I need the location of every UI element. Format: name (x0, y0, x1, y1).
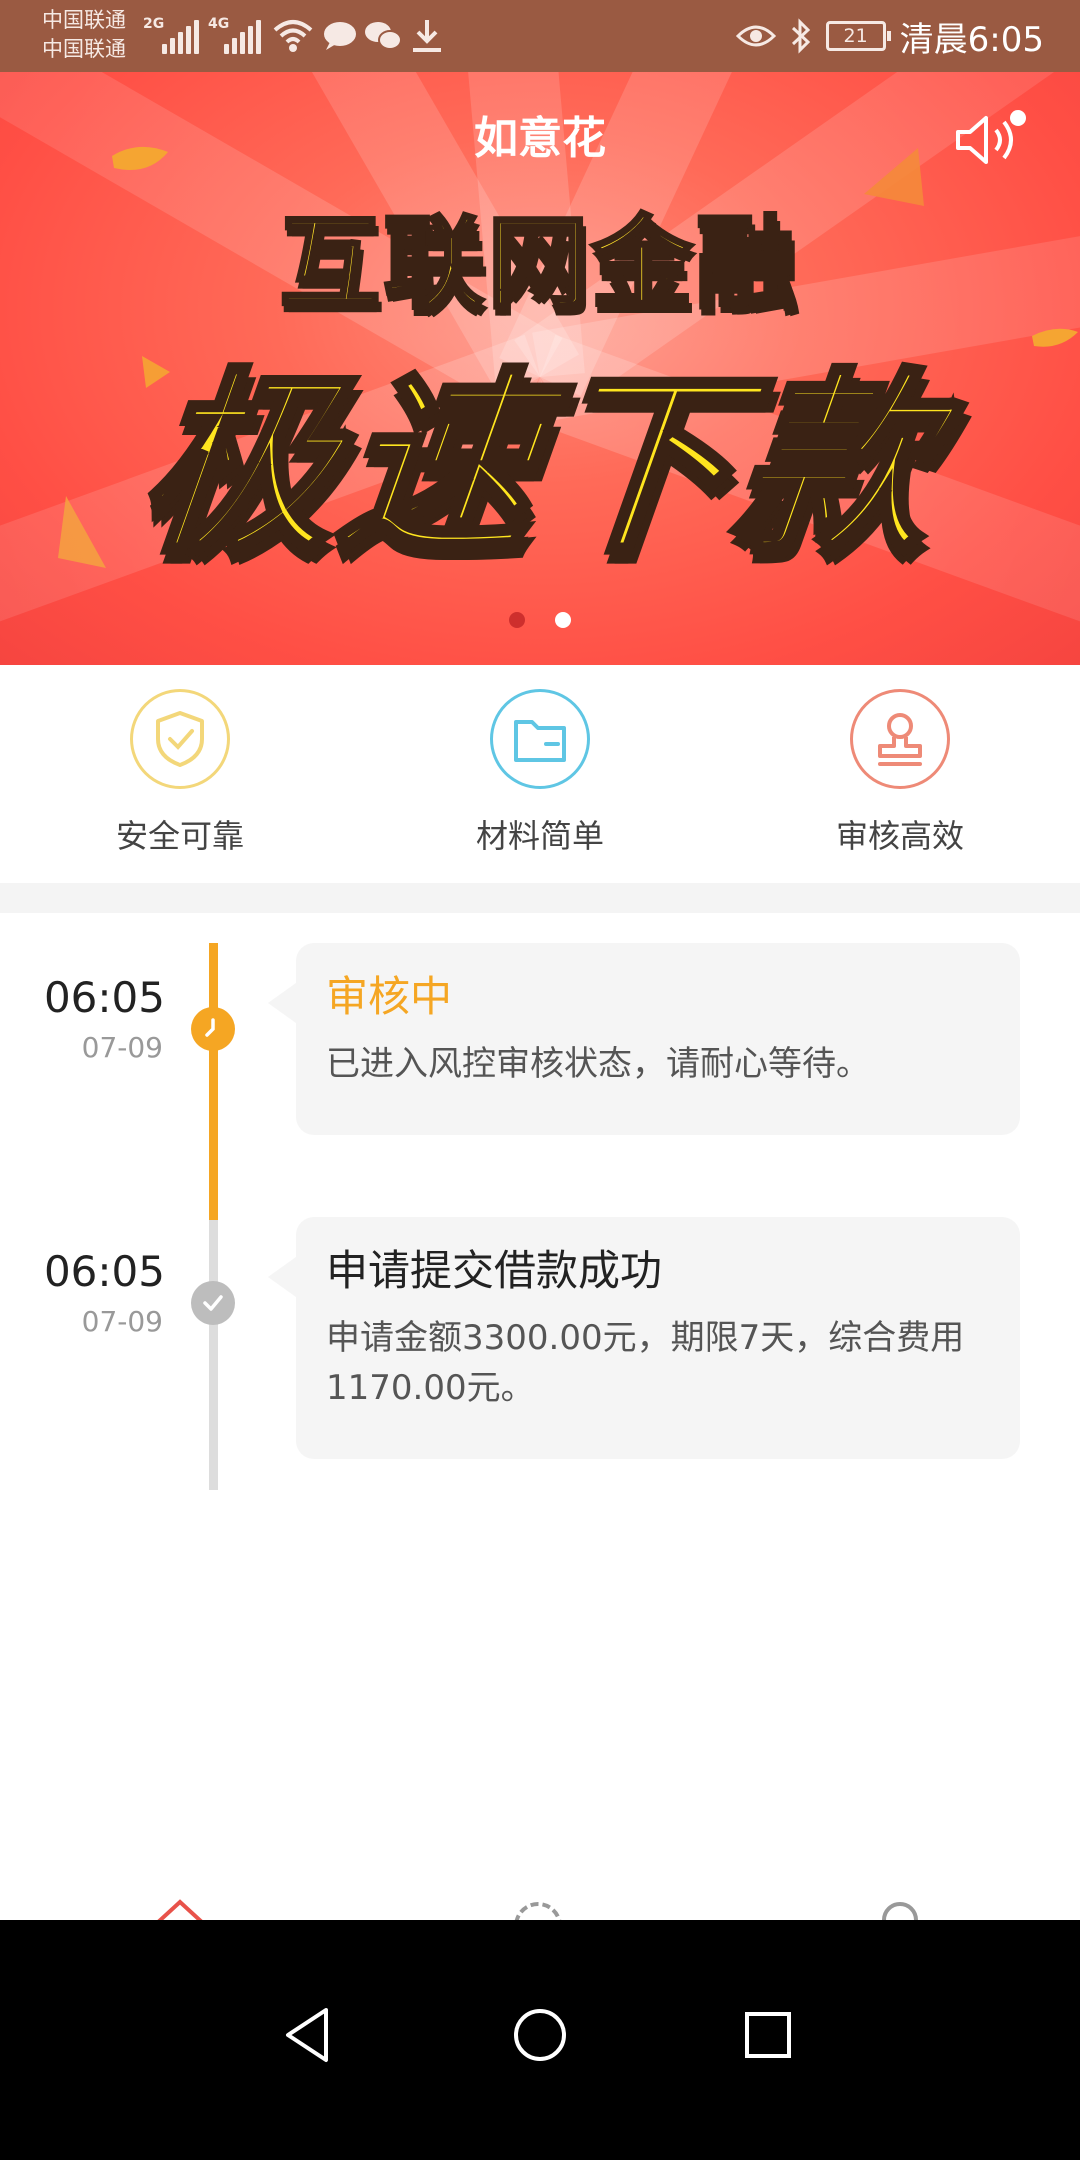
banner-headline-2: 极速下款 (127, 349, 949, 583)
section-divider (0, 883, 1080, 913)
recents-icon[interactable] (733, 2000, 803, 2070)
home-icon[interactable] (152, 1898, 208, 1920)
timeline-line-active (209, 943, 218, 1220)
back-icon[interactable] (274, 2000, 344, 2070)
download-icon (413, 20, 441, 52)
timeline-time: 06:05 (43, 1247, 165, 1296)
folder-icon (490, 689, 590, 789)
check-icon (191, 1281, 235, 1325)
signal-icon (162, 18, 200, 54)
bottom-tab-bar (0, 1880, 1080, 1920)
shield-check-icon (130, 689, 230, 789)
timeline-time: 06:05 (43, 973, 165, 1022)
card-description: 已进入风控审核状态，请耐心等待。 (326, 1044, 870, 1084)
feature-label: 材料简单 (475, 817, 604, 855)
app-title: 如意花 (474, 113, 606, 164)
timeline-card: 审核中 已进入风控审核状态，请耐心等待。 (268, 943, 1020, 1135)
clock-icon (191, 1007, 235, 1051)
feature-label: 安全可靠 (115, 817, 244, 855)
card-title: 审核中 (326, 972, 453, 1021)
timeline-date: 07-09 (81, 1305, 163, 1338)
loan-status-timeline: 06:05 07-09 审核中 已进入风控审核状态，请耐心等待。 06:05 0… (0, 913, 1080, 1513)
carousel-dot[interactable] (555, 612, 571, 628)
card-title: 申请提交借款成功 (326, 1246, 663, 1295)
carousel-indicator (0, 612, 1080, 628)
wifi-icon (273, 20, 313, 52)
eye-icon (735, 25, 776, 47)
bluetooth-icon (791, 18, 810, 54)
banner-headline-1: 互联网金融 (278, 203, 800, 324)
timeline-card: 申请提交借款成功 申请金额3300.00元，期限7天，综合费用1170.00元。 (268, 1217, 1020, 1459)
carrier-1: 中国联通 (42, 8, 126, 32)
sound-button[interactable] (952, 110, 1026, 170)
feature-simple: 材料简单 (360, 665, 720, 883)
feature-efficient: 审核高效 (720, 665, 1080, 883)
feature-row: 安全可靠 材料简单 审核高效 (0, 665, 1080, 883)
timeline-line (209, 1220, 218, 1490)
status-bar: 中国联通 中国联通 2G 4G 21 清晨6:05 (0, 0, 1080, 72)
carrier-labels: 中国联通 中国联通 (42, 6, 126, 64)
feature-label: 审核高效 (835, 817, 964, 855)
user-icon[interactable] (872, 1898, 928, 1920)
settings-icon[interactable] (510, 1898, 566, 1920)
signal-icon (224, 18, 262, 54)
status-time: 清晨6:05 (899, 19, 1044, 60)
battery-icon: 21 (825, 21, 891, 51)
carousel-dot-active[interactable] (509, 612, 525, 628)
notification-dot (1010, 110, 1026, 126)
carrier-2: 中国联通 (42, 37, 126, 61)
wechat-icon (365, 22, 402, 50)
screen: 中国联通 中国联通 2G 4G 21 清晨6:05 如意花 互联网金融 极速下款… (0, 0, 1080, 2160)
timeline-date: 07-09 (81, 1031, 163, 1064)
status-right: 21 清晨6:05 (735, 0, 1044, 72)
card-description: 申请金额3300.00元，期限7天，综合费用1170.00元。 (326, 1318, 965, 1408)
promo-banner[interactable]: 如意花 互联网金融 极速下款 (0, 72, 1080, 665)
system-navigation-bar (0, 1920, 1080, 2160)
home-icon[interactable] (505, 2000, 575, 2070)
message-icon (324, 22, 356, 50)
feature-safe: 安全可靠 (0, 665, 360, 883)
stamp-icon (850, 689, 950, 789)
